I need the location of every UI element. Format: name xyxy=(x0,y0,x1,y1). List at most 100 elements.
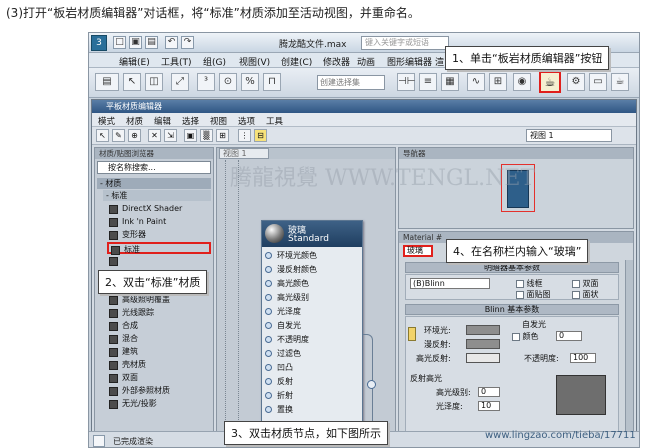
check-wire[interactable]: 线框 xyxy=(516,278,543,289)
slate-menu-select[interactable]: 选择 xyxy=(182,115,199,127)
rollout-blinn-basic[interactable]: Blinn 基本参数 xyxy=(405,304,619,315)
params-scrollbar[interactable] xyxy=(625,260,633,447)
list-item[interactable]: 高级照明覆盖 xyxy=(107,294,211,306)
rollout-shader-basic[interactable]: 明暗器基本参数 xyxy=(405,262,619,273)
list-item[interactable]: 无光/投影 xyxy=(107,398,211,410)
snap-3d-icon[interactable]: ³ xyxy=(197,73,215,91)
slate-material-editor-button[interactable]: ☕ xyxy=(539,71,561,93)
node-slot[interactable]: 高光颜色 xyxy=(262,277,362,290)
node-header[interactable]: 玻璃 Standard xyxy=(262,221,362,247)
slate-menu-view[interactable]: 视图 xyxy=(210,115,227,127)
node-slot[interactable]: 自发光 xyxy=(262,319,362,332)
layout-all-icon[interactable]: ⋮ xyxy=(238,129,251,142)
tab-view1[interactable]: 视图 1 xyxy=(219,148,269,159)
list-item[interactable]: 混合 xyxy=(107,333,211,345)
background-icon[interactable]: ▒ xyxy=(200,129,213,142)
menu-tools[interactable]: 工具(T) xyxy=(161,55,192,68)
filter-dropdown[interactable]: ▤ xyxy=(95,73,119,91)
redo-icon[interactable]: ↷ xyxy=(181,36,194,49)
menu-animation[interactable]: 动画 xyxy=(357,55,375,68)
group-materials[interactable]: - 材质 xyxy=(97,178,211,189)
list-item[interactable]: 建筑 xyxy=(107,346,211,358)
self-illum-color-check[interactable]: 颜色 xyxy=(512,331,539,342)
specular-color-swatch[interactable] xyxy=(466,353,500,363)
list-item[interactable]: 双面 xyxy=(107,372,211,384)
slate-menu-utilities[interactable]: 工具 xyxy=(266,115,283,127)
app-logo-icon[interactable]: 3 xyxy=(91,35,107,51)
check-face-map[interactable]: 面贴图 xyxy=(516,289,551,300)
percent-snap-icon[interactable]: % xyxy=(241,73,259,91)
input-pin-icon[interactable] xyxy=(265,308,272,315)
menu-create[interactable]: 创建(C) xyxy=(281,55,312,68)
eyedropper-icon[interactable]: ✎ xyxy=(112,129,125,142)
glossiness-value[interactable]: 10 xyxy=(478,401,500,411)
input-pin-icon[interactable] xyxy=(265,364,272,371)
render-icon[interactable]: ☕ xyxy=(611,73,629,91)
node-slot[interactable]: 置换 xyxy=(262,403,362,416)
spec-level-value[interactable]: 0 xyxy=(478,387,500,397)
hide-unused-slots-icon[interactable]: ⊟ xyxy=(254,129,267,142)
align-icon[interactable]: ≡ xyxy=(419,73,437,91)
node-slot[interactable]: 漫反射颜色 xyxy=(262,263,362,276)
named-selection-set-input[interactable]: 创建选择集 xyxy=(317,75,385,90)
layout-icon[interactable]: ⊞ xyxy=(216,129,229,142)
compact-material-editor-icon[interactable]: ◉ xyxy=(513,73,531,91)
node-slot[interactable]: 光泽度 xyxy=(262,305,362,318)
node-slot[interactable]: 高光级别 xyxy=(262,291,362,304)
input-pin-icon[interactable] xyxy=(265,280,272,287)
list-item[interactable] xyxy=(107,255,211,267)
node-slot[interactable]: 过滤色 xyxy=(262,347,362,360)
input-pin-icon[interactable] xyxy=(265,252,272,259)
node-slot[interactable]: 不透明度 xyxy=(262,333,362,346)
material-node[interactable]: 玻璃 Standard 环境光颜色 漫反射颜色 高光颜色 高光级别 光泽度 自发… xyxy=(261,220,363,447)
menu-views[interactable]: 视图(V) xyxy=(239,55,270,68)
menu-edit[interactable]: 编辑(E) xyxy=(119,55,150,68)
menu-rendering[interactable]: 渲 xyxy=(435,55,444,68)
spinner-snap-icon[interactable]: ⊓ xyxy=(263,73,281,91)
input-pin-icon[interactable] xyxy=(265,294,272,301)
schematic-view-icon[interactable]: ⊞ xyxy=(489,73,507,91)
select-icon[interactable]: ↖ xyxy=(123,73,141,91)
list-item[interactable]: 变形器 xyxy=(107,229,211,241)
list-item[interactable]: DirectX Shader xyxy=(107,203,211,215)
list-item[interactable]: 壳材质 xyxy=(107,359,211,371)
diffuse-color-swatch[interactable] xyxy=(466,339,500,349)
browser-search-input[interactable]: 按名称搜索... xyxy=(97,161,211,174)
lock-icon[interactable] xyxy=(408,327,416,341)
render-frame-icon[interactable]: ▭ xyxy=(589,73,607,91)
opacity-value[interactable]: 100 xyxy=(570,353,596,363)
list-item[interactable]: 光线跟踪 xyxy=(107,307,211,319)
menu-group[interactable]: 组(G) xyxy=(203,55,226,68)
input-pin-icon[interactable] xyxy=(265,406,272,413)
check-two-sided[interactable]: 双面 xyxy=(572,278,599,289)
input-pin-icon[interactable] xyxy=(265,336,272,343)
input-pin-icon[interactable] xyxy=(265,322,272,329)
layer-manager-icon[interactable]: ▦ xyxy=(441,73,459,91)
pick-material-icon[interactable]: ↖ xyxy=(96,129,109,142)
input-pin-icon[interactable] xyxy=(265,378,272,385)
delete-icon[interactable]: ✕ xyxy=(148,129,161,142)
slate-menu-options[interactable]: 选项 xyxy=(238,115,255,127)
menu-graph-editors[interactable]: 图形编辑器 xyxy=(387,55,432,68)
render-setup-icon[interactable]: ⚙ xyxy=(567,73,585,91)
self-illum-value[interactable]: 0 xyxy=(556,331,582,341)
view-selector-dropdown[interactable]: 视图 1 xyxy=(526,129,612,142)
output-pin-icon[interactable] xyxy=(367,380,376,389)
show-map-icon[interactable]: ▣ xyxy=(184,129,197,142)
list-item-standard[interactable]: 标准 xyxy=(107,242,211,255)
select-region-icon[interactable]: ◫ xyxy=(145,73,163,91)
new-file-icon[interactable]: □ xyxy=(113,36,126,49)
list-item[interactable]: 外部参照材质 xyxy=(107,385,211,397)
maxscript-icon[interactable] xyxy=(93,435,105,447)
assign-material-icon[interactable]: ⊕ xyxy=(128,129,141,142)
slate-menu-modes[interactable]: 模式 xyxy=(98,115,115,127)
node-slot[interactable]: 折射 xyxy=(262,389,362,402)
node-slot[interactable]: 凹凸 xyxy=(262,361,362,374)
angle-snap-icon[interactable]: ⊙ xyxy=(219,73,237,91)
ambient-color-swatch[interactable] xyxy=(466,325,500,335)
list-item[interactable]: 合成 xyxy=(107,320,211,332)
group-standard[interactable]: - 标准 xyxy=(103,190,211,201)
save-file-icon[interactable]: ▤ xyxy=(145,36,158,49)
material-name-input[interactable]: 玻璃 xyxy=(403,245,433,257)
list-item[interactable]: Ink 'n Paint xyxy=(107,216,211,228)
